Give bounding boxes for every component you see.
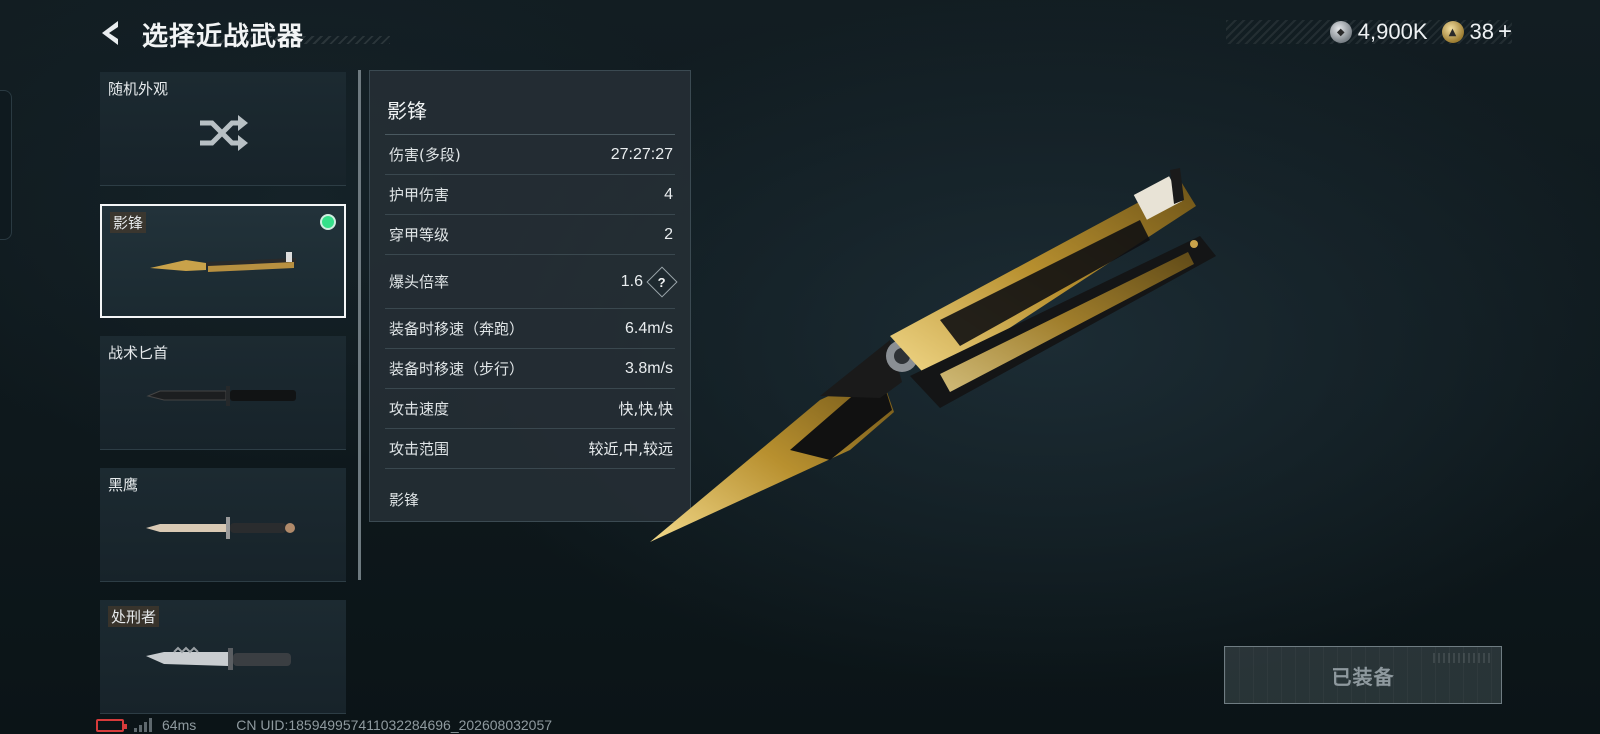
stat-label: 伤害(多段)	[389, 146, 461, 164]
stat-row-headshot: 爆头倍率 1.6?	[385, 255, 678, 309]
weapon-card-label: 处刑者	[108, 606, 160, 627]
weapon-card-label: 黑鹰	[108, 476, 139, 494]
button-decoration	[1433, 653, 1493, 663]
weapon-list-scrollbar[interactable]	[358, 70, 361, 580]
user-uid: CN UID:185949957411032284696_20260803205…	[236, 717, 553, 733]
stat-label: 装备时移速（奔跑）	[389, 320, 525, 338]
stat-label: 攻击范围	[389, 440, 450, 458]
stat-label: 护甲伤害	[389, 186, 450, 204]
gold-currency: ▲ 38 +	[1441, 18, 1512, 46]
weapon-card-executioner[interactable]: 处刑者	[100, 600, 346, 714]
silver-balance: 4,900K	[1357, 19, 1428, 44]
silver-currency: ◆ 4,900K	[1329, 19, 1428, 45]
shuffle-icon	[200, 115, 248, 151]
weapon-card-label: 战术匕首	[108, 344, 169, 362]
weapon-card-label: 随机外观	[108, 80, 169, 98]
ping-readout: 64ms	[162, 717, 197, 733]
page-title: 选择近战武器	[142, 22, 305, 52]
stat-row-walk-speed: 装备时移速（步行） 3.8m/s	[385, 349, 675, 389]
weapon-card-label: 影锋	[110, 212, 147, 233]
equipped-indicator-icon	[320, 214, 336, 230]
equip-button-label: 已装备	[1331, 664, 1395, 689]
status-bar: 64ms CN UID:185949957411032284696_202608…	[96, 716, 552, 734]
side-drawer-tab[interactable]	[0, 90, 12, 240]
stat-row-run-speed: 装备时移速（奔跑） 6.4m/s	[385, 309, 675, 349]
currency-bar: ◆ 4,900K ▲ 38 +	[1226, 18, 1512, 46]
stat-row-attack-range: 攻击范围 较近,中,较远	[385, 429, 675, 469]
combat-knife-icon	[146, 517, 295, 539]
butterfly-knife-icon	[150, 252, 296, 272]
add-currency-button[interactable]: +	[1498, 18, 1512, 46]
weapon-card-tactical-dagger[interactable]: 战术匕首	[100, 336, 346, 450]
stat-row-damage: 伤害(多段) 27:27:27	[385, 135, 675, 175]
stat-label: 穿甲等级	[389, 226, 450, 244]
stat-label: 攻击速度	[389, 400, 450, 418]
stat-label: 爆头倍率	[389, 273, 450, 291]
stat-label: 装备时移速（步行）	[389, 360, 525, 378]
silver-coin-icon: ◆	[1329, 21, 1352, 43]
tactical-dagger-icon	[146, 386, 296, 406]
weapon-name: 影锋	[387, 99, 427, 123]
gold-coin-icon: ▲	[1441, 21, 1464, 43]
weapon-card-shadow-edge[interactable]: 影锋	[100, 204, 346, 318]
butterfly-knife-render	[650, 168, 1216, 542]
battery-icon	[96, 718, 127, 732]
weapon-description: 影锋	[389, 491, 420, 509]
weapon-card-random[interactable]: 随机外观	[100, 72, 346, 186]
chevron-left-icon[interactable]	[96, 18, 126, 48]
signal-icon	[134, 718, 154, 732]
gold-balance: 38	[1469, 19, 1494, 44]
serrated-knife-icon	[146, 646, 291, 670]
stat-row-penetration: 穿甲等级 2	[385, 215, 675, 255]
stat-row-armor-damage: 护甲伤害 4	[385, 175, 675, 215]
stat-row-attack-speed: 攻击速度 快,快,快	[385, 389, 675, 429]
weapon-card-black-hawk[interactable]: 黑鹰	[100, 468, 346, 582]
equip-button[interactable]: 已装备	[1224, 646, 1502, 704]
